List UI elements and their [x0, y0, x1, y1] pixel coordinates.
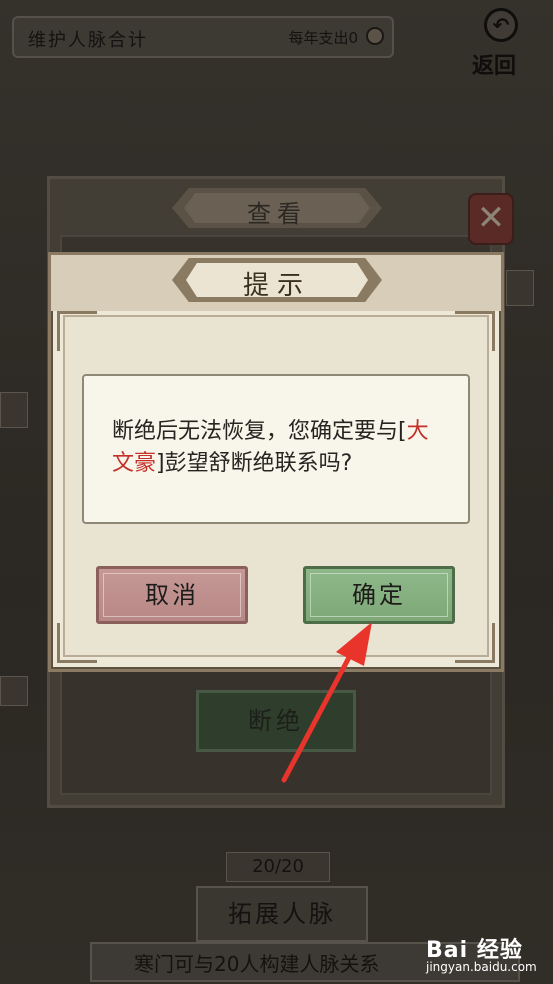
annotation-arrow-icon — [281, 622, 372, 783]
watermark-url: jingyan.baidu.com — [426, 960, 537, 974]
baidu-watermark: Bai 经验 jingyan.baidu.com — [426, 928, 550, 980]
